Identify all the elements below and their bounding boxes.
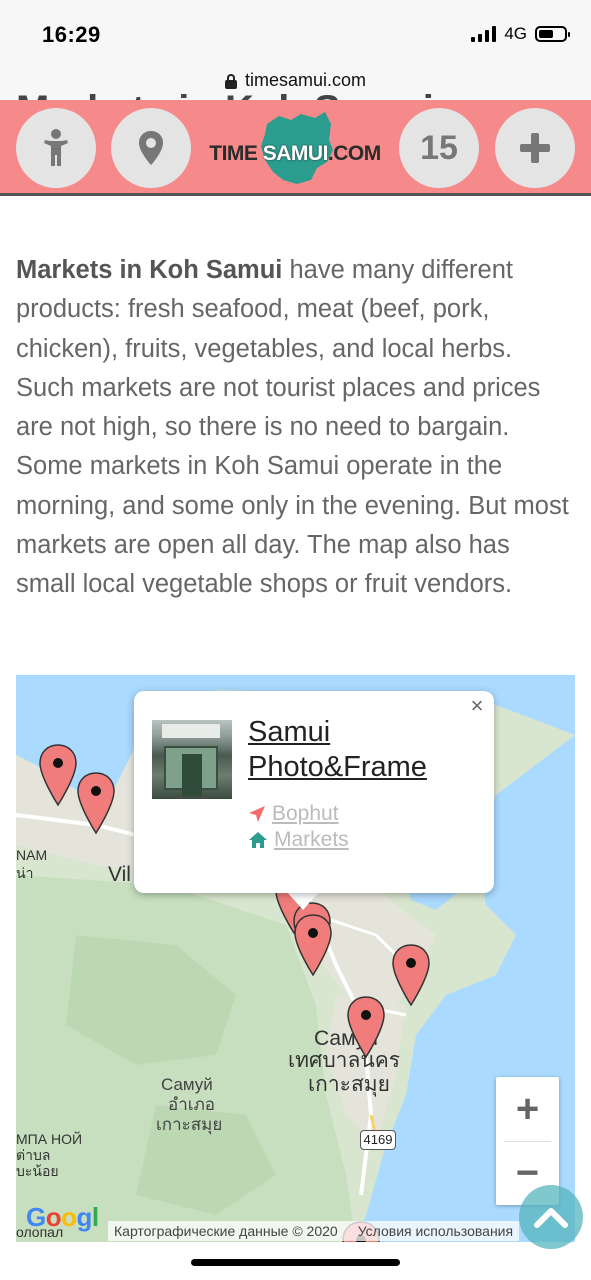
network-type: 4G	[504, 24, 527, 43]
battery-level	[539, 30, 554, 38]
map-label-samui-district-thai-1: อำเภอ	[168, 1095, 215, 1114]
add-button[interactable]	[495, 108, 575, 188]
info-window-tail	[287, 892, 319, 910]
place-category-link[interactable]: Markets	[248, 828, 349, 852]
market-pin[interactable]	[391, 943, 431, 1007]
plus-icon	[520, 133, 550, 163]
bookmark-count-button[interactable]: 15	[399, 108, 479, 188]
logo-text: TIME SAMUI.COM	[209, 142, 381, 165]
lock-icon	[224, 74, 237, 89]
place-title-link[interactable]: Samui Photo&Frame	[248, 715, 478, 785]
place-location-label: Bophut	[272, 802, 339, 825]
road-number-badge: 4169	[360, 1130, 396, 1150]
article-paragraph: Markets in Koh Samui have many different…	[16, 251, 576, 605]
map-label-na-noi: МПА НОЙ	[16, 1131, 83, 1147]
site-header: TIME SAMUI.COM 15	[0, 100, 591, 196]
status-time: 16:29	[42, 22, 101, 47]
account-button[interactable]	[16, 108, 96, 188]
map-label-samui-district: Самуй	[161, 1075, 213, 1094]
map-label-vil: Vil	[108, 863, 131, 886]
location-pin-icon	[139, 131, 163, 165]
market-pin[interactable]	[76, 771, 116, 835]
market-pin[interactable]	[293, 913, 333, 977]
info-window: × Samui Photo&Frame Bophut Markets	[134, 691, 494, 893]
close-icon[interactable]: ×	[466, 695, 488, 717]
site-logo[interactable]: TIME SAMUI.COM	[207, 108, 383, 188]
terms-link[interactable]: Условия использования	[358, 1221, 513, 1241]
market-pin[interactable]	[38, 743, 78, 807]
place-location-link[interactable]: Bophut	[248, 802, 339, 826]
map-label-na-noi-thai-2: บะน้อย	[16, 1163, 59, 1179]
page: 16:29 4G timesamui.com Markets in Koh Sa…	[0, 0, 591, 1280]
status-indicators: 4G	[471, 24, 570, 44]
person-icon	[44, 129, 68, 166]
place-thumbnail[interactable]	[152, 720, 232, 799]
map-attribution: Картографические данные © 2020 Условия и…	[108, 1221, 520, 1241]
battery-icon	[535, 26, 570, 42]
navigation-arrow-icon	[249, 806, 265, 822]
signal-strength-icon	[471, 26, 497, 42]
google-logo[interactable]: Googl	[26, 1202, 99, 1233]
article-body: have many different products: fresh seaf…	[16, 256, 569, 599]
location-button[interactable]	[111, 108, 191, 188]
map-label-na-noi-thai-1: ต่าบล	[16, 1147, 51, 1163]
home-indicator	[191, 1259, 400, 1266]
market-pin[interactable]	[346, 995, 386, 1059]
map-label-samui-district-thai-2: เกาะสมุย	[156, 1115, 223, 1134]
map-data-credit[interactable]: Картографические данные © 2020	[114, 1221, 338, 1241]
place-category-label: Markets	[274, 828, 349, 851]
status-bar: 16:29 4G	[0, 0, 591, 60]
chevron-up-icon	[534, 1208, 568, 1228]
home-icon	[249, 832, 267, 848]
article-lead: Markets in Koh Samui	[16, 256, 283, 284]
map-label-nam: NAM	[16, 847, 48, 863]
map-label-nam-thai: น่า	[16, 865, 34, 881]
zoom-in-button[interactable]: +	[496, 1077, 559, 1141]
scroll-to-top-button[interactable]	[519, 1185, 583, 1249]
map-label-samui-city-thai-2: เกาะสมุย	[308, 1073, 390, 1096]
